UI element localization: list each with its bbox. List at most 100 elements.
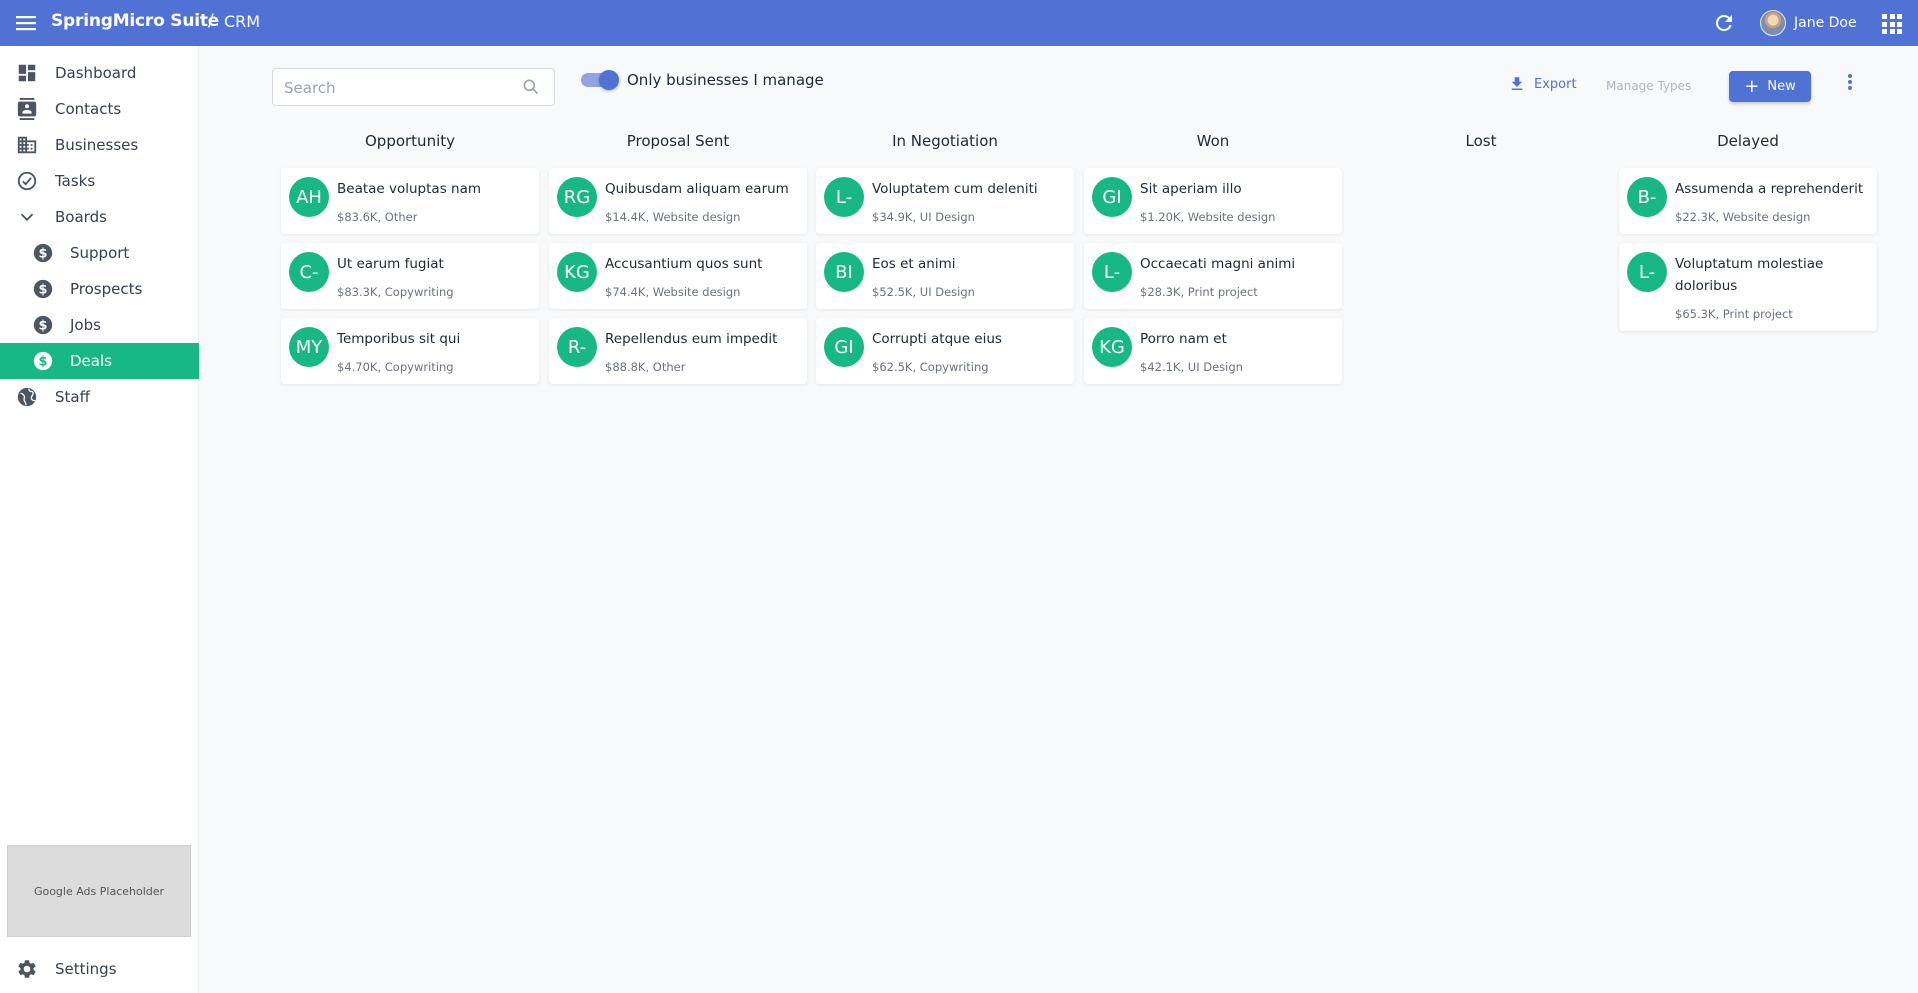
plus-icon: + xyxy=(1744,75,1760,97)
deal-card[interactable]: GI Sit aperiam illo $1.20K, Website desi… xyxy=(1084,168,1342,234)
deal-avatar: R- xyxy=(557,327,597,367)
column-title: Proposal Sent xyxy=(626,132,730,150)
menu-icon[interactable] xyxy=(14,11,38,35)
sidebar-item-label: Support xyxy=(70,244,130,262)
contacts-icon xyxy=(17,98,37,120)
sidebar-item-settings[interactable]: Settings xyxy=(0,951,199,987)
svg-text:$: $ xyxy=(39,319,48,334)
deal-avatar: L- xyxy=(824,177,864,217)
deal-meta: $88.8K, Other xyxy=(605,360,686,374)
download-icon xyxy=(1511,77,1523,90)
sidebar-item-prospects[interactable]: $ Prospects xyxy=(0,271,199,307)
deal-meta: $1.20K, Website design xyxy=(1140,210,1276,224)
sidebar-item-contacts[interactable]: Contacts xyxy=(0,91,199,127)
export-button[interactable]: Export xyxy=(1508,75,1577,93)
svg-text:$: $ xyxy=(39,283,48,298)
sidebar-item-label: Staff xyxy=(55,388,90,406)
sidebar-item-staff[interactable]: Staff xyxy=(0,379,199,415)
deal-card[interactable]: KG Accusantium quos sunt $74.4K, Website… xyxy=(549,243,807,309)
dollar-icon: $ xyxy=(33,279,53,299)
new-button[interactable]: + New xyxy=(1729,71,1811,102)
sidebar-item-label: Deals xyxy=(70,352,112,370)
sidebar-item-label: Settings xyxy=(55,960,117,978)
deal-meta: $14.4K, Website design xyxy=(605,210,741,224)
user-name: Jane Doe xyxy=(1794,15,1857,31)
deal-meta: $74.4K, Website design xyxy=(605,285,741,299)
new-label: New xyxy=(1767,79,1796,94)
deal-name: Occaecati magni animi xyxy=(1140,256,1296,272)
sidebar-item-businesses[interactable]: Businesses xyxy=(0,127,199,163)
search-box[interactable] xyxy=(272,68,555,106)
deal-name: Beatae voluptas nam xyxy=(337,181,481,197)
deal-card[interactable]: RG Quibusdam aliquam earum $14.4K, Websi… xyxy=(549,168,807,234)
breadcrumb-section[interactable]: CRM xyxy=(224,12,260,31)
deal-card[interactable]: C- Ut earum fugiat $83.3K, Copywriting xyxy=(281,243,539,309)
deal-meta: $52.5K, UI Design xyxy=(872,285,975,299)
sidebar-item-support[interactable]: $ Support xyxy=(0,235,199,271)
deal-name: Ut earum fugiat xyxy=(337,256,444,272)
deal-card[interactable]: B- Assumenda a reprehenderit $22.3K, Web… xyxy=(1619,168,1877,234)
sidebar-item-label: Businesses xyxy=(55,136,139,154)
deal-meta: $42.1K, UI Design xyxy=(1140,360,1243,374)
deal-meta: $65.3K, Print project xyxy=(1675,307,1793,321)
sidebar-item-label: Jobs xyxy=(70,316,101,334)
deal-meta: $4.70K, Copywriting xyxy=(337,360,454,374)
brand-title[interactable]: SpringMicro Suite xyxy=(51,11,219,31)
deal-name: Eos et animi xyxy=(872,256,956,272)
dashboard-icon xyxy=(18,64,36,82)
user-menu[interactable]: Jane Doe xyxy=(1760,10,1857,36)
deal-avatar: L- xyxy=(1627,252,1667,292)
deal-card[interactable]: AH Beatae voluptas nam $83.6K, Other xyxy=(281,168,539,234)
deal-card[interactable]: GI Corrupti atque eius $62.5K, Copywriti… xyxy=(816,318,1074,384)
deal-name: Temporibus sit qui xyxy=(337,331,461,347)
deal-card[interactable]: BI Eos et animi $52.5K, UI Design xyxy=(816,243,1074,309)
manage-toggle[interactable] xyxy=(581,70,619,90)
svg-text:$: $ xyxy=(39,247,48,262)
deal-avatar: GI xyxy=(824,327,864,367)
column-title: Delayed xyxy=(1717,132,1779,150)
deal-name: Corrupti atque eius xyxy=(872,331,1002,347)
sidebar-item-dashboard[interactable]: Dashboard xyxy=(0,55,199,91)
deal-avatar: C- xyxy=(289,252,329,292)
export-label: Export xyxy=(1534,76,1577,92)
deal-card[interactable]: KG Porro nam et $42.1K, UI Design xyxy=(1084,318,1342,384)
deal-card[interactable]: L- Voluptatum molestiae doloribus $65.3K… xyxy=(1619,243,1877,331)
sidebar-item-deals[interactable]: $ Deals xyxy=(0,343,199,379)
deal-avatar: GI xyxy=(1092,177,1132,217)
more-vert-icon[interactable] xyxy=(1840,70,1860,94)
column-title: Lost xyxy=(1465,132,1497,150)
deal-name: Accusantium quos sunt xyxy=(605,256,763,272)
manage-types-button[interactable]: Manage Types xyxy=(1606,79,1691,93)
search-icon[interactable] xyxy=(521,77,541,97)
manage-toggle-label[interactable]: Only businesses I manage xyxy=(627,71,824,89)
deal-name: Quibusdam aliquam earum xyxy=(605,181,789,197)
search-input[interactable] xyxy=(284,78,514,98)
chevron-down-icon xyxy=(20,213,34,222)
sidebar-item-jobs[interactable]: $ Jobs xyxy=(0,307,199,343)
sidebar-item-label: Tasks xyxy=(55,172,96,190)
column-title: Won xyxy=(1196,132,1230,150)
deal-card[interactable]: R- Repellendus eum impedit $88.8K, Other xyxy=(549,318,807,384)
deal-avatar: KG xyxy=(557,252,597,292)
sidebar-item-label: Boards xyxy=(55,208,107,226)
deal-name: Sit aperiam illo xyxy=(1140,181,1242,197)
globe-icon xyxy=(17,387,37,407)
deal-card[interactable]: L- Voluptatem cum deleniti $34.9K, UI De… xyxy=(816,168,1074,234)
sidebar-item-boards[interactable]: Boards xyxy=(0,199,199,235)
top-app-bar: SpringMicro Suite / CRM Jane Doe xyxy=(0,0,1918,46)
apps-grid-icon[interactable] xyxy=(1880,12,1902,34)
deal-avatar: MY xyxy=(289,327,329,367)
refresh-icon[interactable] xyxy=(1712,11,1736,35)
sidebar: Dashboard Contacts Businesses Tasks Boar… xyxy=(0,46,199,993)
deal-card[interactable]: L- Occaecati magni animi $28.3K, Print p… xyxy=(1084,243,1342,309)
sidebar-item-tasks[interactable]: Tasks xyxy=(0,163,199,199)
dollar-icon: $ xyxy=(33,243,53,263)
deal-avatar: BI xyxy=(824,252,864,292)
ads-placeholder: Google Ads Placeholder xyxy=(7,845,191,937)
sidebar-item-label: Prospects xyxy=(70,280,143,298)
deal-card[interactable]: MY Temporibus sit qui $4.70K, Copywritin… xyxy=(281,318,539,384)
deal-meta: $62.5K, Copywriting xyxy=(872,360,989,374)
deal-avatar: RG xyxy=(557,177,597,217)
breadcrumb-separator: / xyxy=(208,11,214,31)
column-title: Opportunity xyxy=(364,132,455,150)
